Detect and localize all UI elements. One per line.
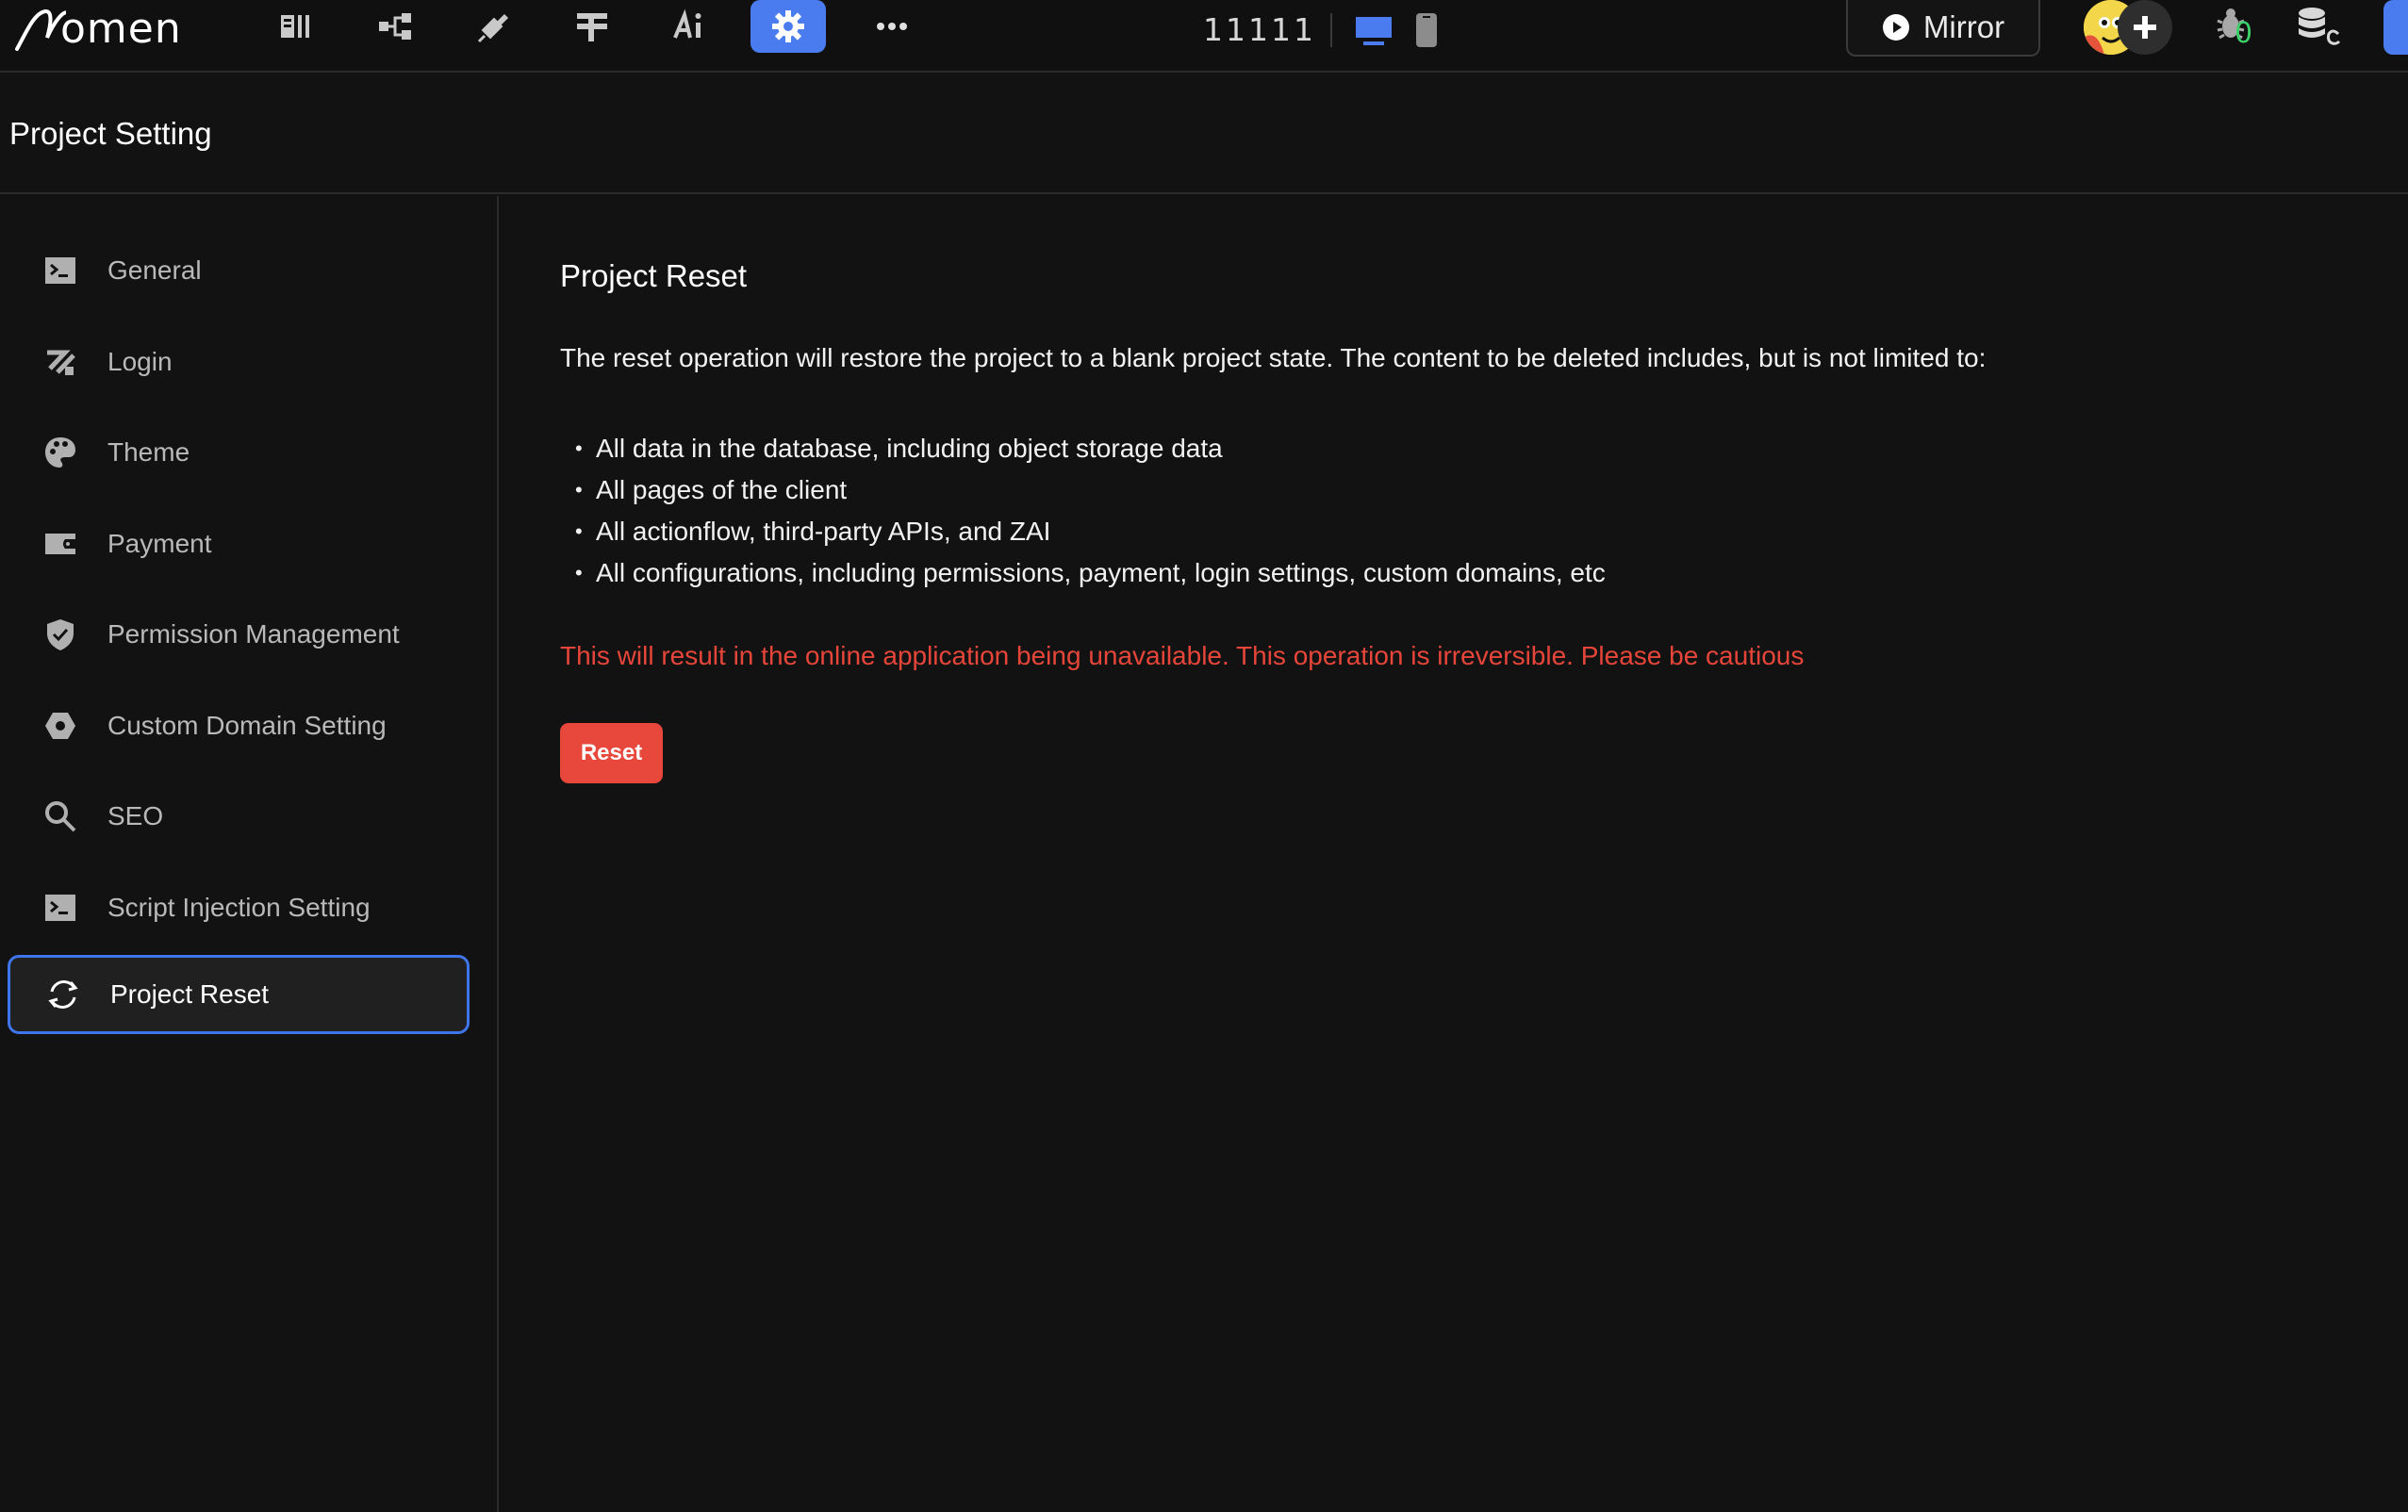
list-item: All actionflow, third-party APIs, and ZA…: [575, 511, 1606, 552]
data-icon: [577, 13, 607, 41]
more-tool-button[interactable]: [854, 0, 930, 53]
logo-swoosh-icon: [15, 9, 66, 51]
flow-icon: [379, 13, 411, 40]
settings-icon: [772, 10, 804, 42]
desktop-icon[interactable]: [1354, 13, 1394, 47]
section-title: Project Reset: [560, 258, 748, 293]
sidebar-item-label: Custom Domain Setting: [107, 711, 387, 740]
sidebar-item-payment[interactable]: Payment: [8, 504, 470, 583]
plus-icon: [2134, 16, 2156, 39]
reset-button[interactable]: Reset: [560, 723, 663, 783]
settings-tool-button[interactable]: [750, 0, 826, 53]
sidebar-item-script-injection-setting[interactable]: Script Injection Setting: [8, 868, 470, 947]
login-icon: [41, 343, 79, 381]
page-title: Project Setting: [9, 116, 212, 151]
deleted-content-list: All data in the database, including obje…: [575, 428, 1606, 594]
project-name[interactable]: 11111: [1203, 6, 1316, 53]
sidebar-item-label: Login: [107, 347, 173, 376]
wallet-icon: [41, 525, 79, 563]
mobile-icon[interactable]: [1414, 11, 1439, 49]
terminal-icon: [41, 252, 79, 289]
domain-icon: [41, 707, 79, 745]
database-button[interactable]: [2295, 4, 2348, 57]
top-bar: omen 11111 Mirror 0: [0, 0, 2408, 73]
plugin-tool-button[interactable]: [456, 0, 532, 53]
more-icon: [877, 23, 907, 30]
shield-icon: [41, 616, 79, 653]
plugin-icon: [477, 13, 509, 43]
search-icon: [41, 797, 79, 835]
ai-tool-button[interactable]: [652, 0, 728, 53]
debug-button[interactable]: 0: [2212, 4, 2265, 57]
mirror-label: Mirror: [1922, 9, 2005, 44]
add-collaborator-button[interactable]: [2118, 0, 2172, 55]
list-item: All data in the database, including obje…: [575, 428, 1606, 469]
mirror-button[interactable]: Mirror: [1846, 0, 2040, 57]
components-icon: [281, 15, 309, 38]
sidebar-item-label: Project Reset: [110, 979, 270, 1009]
sidebar-item-label: SEO: [107, 801, 164, 830]
palette-icon: [41, 434, 79, 471]
brand-name: omen: [60, 4, 182, 53]
sidebar-item-label: Permission Management: [107, 619, 400, 649]
ai-icon: [673, 8, 701, 39]
flow-tool-button[interactable]: [358, 0, 434, 53]
divider: [1330, 13, 1332, 47]
publish-button[interactable]: [2383, 0, 2408, 55]
warning-text: This will result in the online applicati…: [560, 641, 1805, 670]
database-icon: [2299, 8, 2341, 45]
sidebar-item-seo[interactable]: SEO: [8, 777, 470, 856]
sidebar-item-custom-domain-setting[interactable]: Custom Domain Setting: [8, 686, 470, 765]
debug-count: 0: [2235, 17, 2253, 50]
sidebar-item-label: Payment: [107, 529, 212, 558]
terminal-icon: [41, 889, 79, 927]
sidebar-item-login[interactable]: Login: [8, 322, 470, 402]
settings-sidebar: General Login Theme Payment Permission M…: [0, 196, 499, 1512]
sidebar-item-project-reset[interactable]: Project Reset: [8, 955, 470, 1034]
sidebar-item-theme[interactable]: Theme: [8, 413, 470, 492]
list-item: All configurations, including permission…: [575, 552, 1606, 594]
list-item: All pages of the client: [575, 469, 1606, 511]
refresh-icon: [44, 976, 82, 1013]
sidebar-item-label: Theme: [107, 437, 190, 467]
page-header: Project Setting: [0, 74, 2408, 194]
sidebar-item-general[interactable]: General: [8, 231, 470, 310]
play-icon: [1882, 14, 1909, 41]
components-tool-button[interactable]: [260, 0, 336, 53]
reset-description: The reset operation will restore the pro…: [560, 343, 1987, 372]
sidebar-item-permission-management[interactable]: Permission Management: [8, 595, 470, 674]
brand-logo[interactable]: omen: [13, 0, 182, 57]
sidebar-item-label: Script Injection Setting: [107, 893, 371, 922]
main-content: Project Reset The reset operation will r…: [501, 196, 2408, 1512]
sidebar-item-label: General: [107, 255, 202, 285]
data-tool-button[interactable]: [554, 0, 630, 53]
